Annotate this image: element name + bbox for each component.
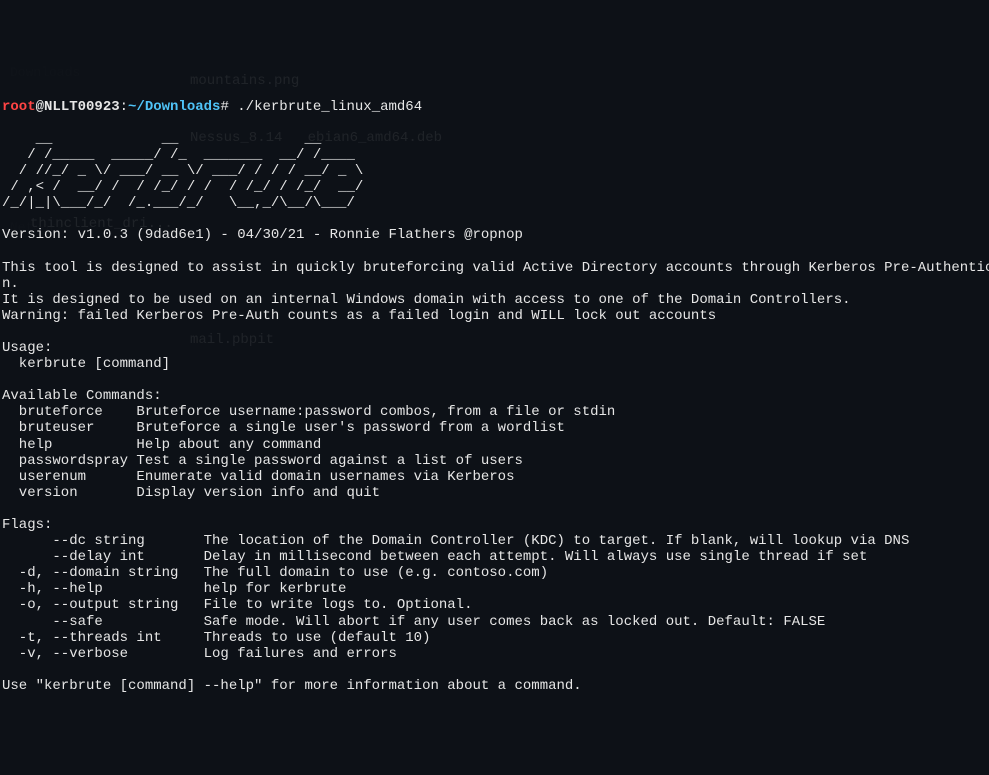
flag-verbose: -v, --verbose Log failures and errors <box>2 646 397 662</box>
prompt-at: @ <box>36 99 44 115</box>
usage-header: Usage: <box>2 340 52 356</box>
command-text: ./kerbrute_linux_amd64 <box>237 99 422 115</box>
description-line2: It is designed to be used on an internal… <box>2 292 851 308</box>
command-version: version Display version info and quit <box>2 485 380 501</box>
usage-body: kerbrute [command] <box>2 356 170 372</box>
command-bruteforce: bruteforce Bruteforce username:password … <box>2 404 615 420</box>
prompt-path: ~/Downloads <box>128 99 220 115</box>
flag-dc: --dc string The location of the Domain C… <box>2 533 909 549</box>
description-line1: This tool is designed to assist in quick… <box>2 260 989 292</box>
footer-help-line: Use "kerbrute [command] --help" for more… <box>2 678 582 694</box>
commands-header: Available Commands: <box>2 388 162 404</box>
flag-output: -o, --output string File to write logs t… <box>2 597 472 613</box>
flags-header: Flags: <box>2 517 52 533</box>
version-line: Version: v1.0.3 (9dad6e1) - 04/30/21 - R… <box>2 227 523 243</box>
prompt-hash: # <box>220 99 228 115</box>
flag-delay: --delay int Delay in millisecond between… <box>2 549 867 565</box>
flag-help: -h, --help help for kerbrute <box>2 581 346 597</box>
flag-threads: -t, --threads int Threads to use (defaul… <box>2 630 430 646</box>
prompt-host: NLLT00923 <box>44 99 120 115</box>
terminal-output[interactable]: root@NLLT00923:~/Downloads# ./kerbrute_l… <box>2 99 987 694</box>
bg-file-mountains: mountains.png <box>190 73 442 89</box>
flag-safe: --safe Safe mode. Will abort if any user… <box>2 614 825 630</box>
description-line3: Warning: failed Kerberos Pre-Auth counts… <box>2 308 716 324</box>
bg-sidebar-downloads: Downloads <box>10 62 80 85</box>
command-bruteuser: bruteuser Bruteforce a single user's pas… <box>2 420 565 436</box>
ascii-art-logo: __ __ __ / /_____ _____/ /_ _______ __/ … <box>2 131 691 211</box>
command-passwordspray: passwordspray Test a single password aga… <box>2 453 523 469</box>
flag-domain: -d, --domain string The full domain to u… <box>2 565 548 581</box>
prompt-user: root <box>2 99 36 115</box>
command-help: help Help about any command <box>2 437 321 453</box>
command-userenum: userenum Enumerate valid domain username… <box>2 469 514 485</box>
prompt-colon: : <box>120 99 128 115</box>
